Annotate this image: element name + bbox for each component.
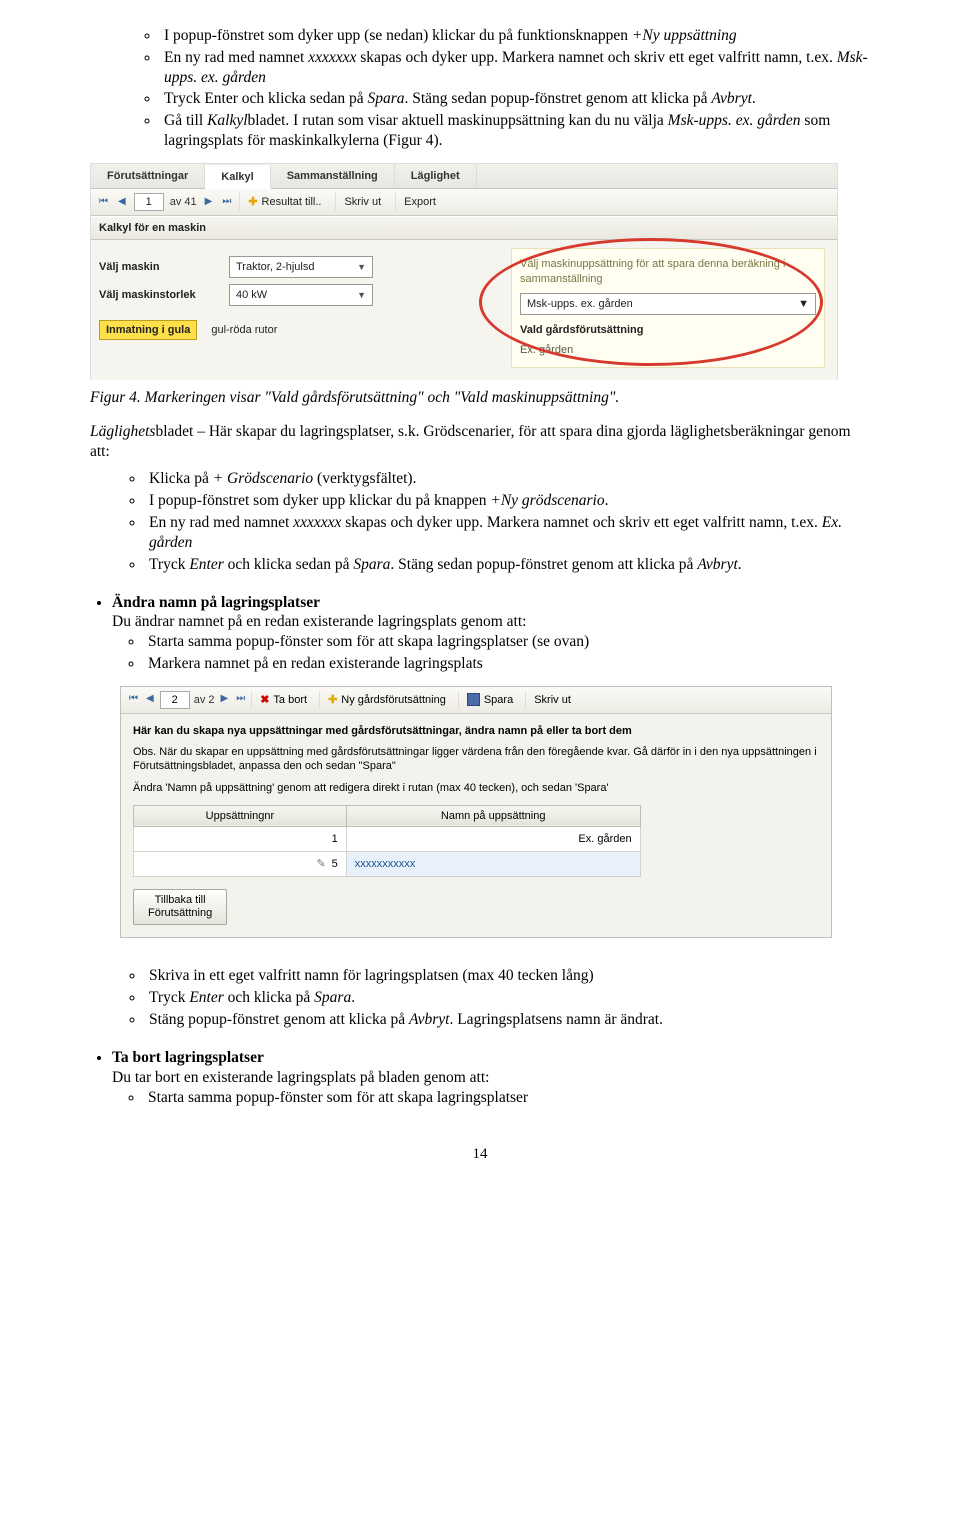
next-page-icon[interactable]: ▶ (219, 693, 231, 706)
new-config-button[interactable]: ✚Ny gårdsförutsättning (319, 691, 454, 709)
andra-list-item: Markera namnet på en redan existerande l… (144, 654, 870, 674)
page-number: 14 (90, 1145, 870, 1164)
figure-4-caption: Figur 4. Markeringen visar "Vald gårdsfö… (90, 388, 870, 408)
th-namn: Namn på uppsättning (346, 805, 640, 826)
fig4-tabs: Förutsättningar Kalkyl Sammanställning L… (91, 164, 837, 189)
tabort-list-item: Starta samma popup-fönster som för att s… (144, 1088, 870, 1108)
list-item: Tryck Enter och klicka på Spara. (145, 988, 870, 1008)
input-highlight-badge: Inmatning i gula (99, 320, 197, 340)
list-item: En ny rad med namnet xxxxxxx skapas och … (145, 513, 870, 553)
chevron-down-icon: ▼ (357, 257, 366, 277)
page-total-label: av 41 (170, 195, 197, 209)
shot2-heading: Här kan du skapa nya uppsättningar med g… (133, 724, 819, 739)
list-item: En ny rad med namnet xxxxxxx skapas och … (160, 48, 870, 88)
input-highlight-text: gul-röda rutor (207, 321, 281, 339)
page-number-input[interactable]: 2 (160, 691, 190, 709)
mask-uppsattning-select[interactable]: Msk-upps. ex. gården▼ (520, 293, 816, 315)
andra-heading: Ändra namn på lagringsplatser (112, 594, 320, 611)
shot2-obs: Obs. När du skapar en uppsättning med gå… (133, 745, 819, 773)
tab-sammanstallning[interactable]: Sammanställning (271, 164, 395, 188)
list-item: I popup-fönstret som dyker upp klickar d… (145, 491, 870, 511)
export-button[interactable]: Export (395, 193, 444, 211)
x-icon: ✖ (260, 693, 269, 707)
next-page-icon[interactable]: ▶ (203, 196, 215, 209)
shot2-rename-hint: Ändra 'Namn på uppsättning' genom att re… (133, 781, 819, 795)
andra-section: Ändra namn på lagringsplatser Du ändrar … (112, 593, 870, 674)
tabort-intro: Du tar bort en existerande lagringsplats… (112, 1068, 870, 1088)
laglighet-para: Läglighetsbladet – Här skapar du lagring… (90, 422, 870, 462)
tab-laglighet[interactable]: Läglighet (395, 164, 477, 188)
last-page-icon[interactable]: ⏭ (220, 196, 233, 209)
tabort-heading: Ta bort lagringsplatser (112, 1049, 264, 1066)
prev-page-icon[interactable]: ◀ (144, 693, 156, 706)
after-shot2-list: Skriva in ett eget valfritt namn för lag… (90, 966, 870, 1029)
config-table: Uppsättningnr Namn på uppsättning 1 Ex. … (133, 805, 641, 877)
chevron-down-icon: ▼ (357, 285, 366, 305)
rename-popup-screenshot: ⏮ ◀ 2 av 2 ▶ ⏭ ✖Ta bort ✚Ny gårdsförutsä… (120, 686, 832, 939)
list-item: Tryck Enter och klicka sedan på Spara. S… (160, 89, 870, 109)
first-page-icon[interactable]: ⏮ (127, 693, 140, 706)
list-item: I popup-fönstret som dyker upp (se nedan… (160, 26, 870, 46)
list-item: Skriva in ett eget valfritt namn för lag… (145, 966, 870, 986)
print-button[interactable]: Skriv ut (335, 193, 389, 211)
last-page-icon[interactable]: ⏭ (234, 693, 247, 706)
figure-4-screenshot: Förutsättningar Kalkyl Sammanställning L… (90, 163, 838, 380)
print-button[interactable]: Skriv ut (525, 691, 579, 709)
tab-kalkyl[interactable]: Kalkyl (205, 165, 270, 189)
tab-forutsattningar[interactable]: Förutsättningar (91, 164, 205, 188)
plus-icon: ✚ (328, 693, 337, 707)
group-title: Vald gårdsförutsättning (520, 323, 816, 337)
shot2-toolbar: ⏮ ◀ 2 av 2 ▶ ⏭ ✖Ta bort ✚Ny gårdsförutsä… (121, 687, 831, 714)
list-item: Klicka på + Grödscenario (verktygsfältet… (145, 469, 870, 489)
plus-icon: ✚ (248, 195, 257, 209)
row2-label: Välj maskinstorlek (99, 288, 219, 302)
table-row[interactable]: 5 xxxxxxxxxxx (134, 851, 641, 876)
save-icon (467, 693, 480, 706)
result-button[interactable]: ✚Resultat till.. (239, 193, 329, 211)
panel-hint: Välj maskinuppsättning för att spara den… (520, 257, 816, 287)
list-item: Stäng popup-fönstret genom att klicka på… (145, 1010, 870, 1030)
back-button[interactable]: Tillbaka till Förutsättning (133, 889, 227, 925)
th-uppsattningnr: Uppsättningnr (134, 805, 347, 826)
intro-list: I popup-fönstret som dyker upp (se nedan… (90, 26, 870, 151)
row1-label: Välj maskin (99, 260, 219, 274)
first-page-icon[interactable]: ⏮ (97, 196, 110, 209)
fig4-toolbar: ⏮ ◀ 1 av 41 ▶ ⏭ ✚Resultat till.. Skriv u… (91, 189, 837, 216)
save-button[interactable]: Spara (458, 691, 521, 709)
chevron-down-icon: ▼ (798, 294, 809, 314)
laglighet-list: Klicka på + Grödscenario (verktygsfältet… (90, 469, 870, 574)
andra-intro: Du ändrar namnet på en redan existerande… (112, 612, 870, 632)
group-value: Ex. gården (520, 341, 816, 359)
tabort-section: Ta bort lagringsplatser Du tar bort en e… (112, 1048, 870, 1107)
list-item: Tryck Enter och klicka sedan på Spara. S… (145, 555, 870, 575)
page-number-input[interactable]: 1 (134, 193, 164, 211)
list-item: Gå till Kalkylbladet. I rutan som visar … (160, 111, 870, 151)
table-row[interactable]: 1 Ex. gården (134, 826, 641, 851)
delete-button[interactable]: ✖Ta bort (251, 691, 315, 709)
machine-dropdown[interactable]: Traktor, 2-hjulsd▼ (229, 256, 373, 278)
fig4-section-title: Kalkyl för en maskin (91, 216, 837, 240)
prev-page-icon[interactable]: ◀ (116, 196, 128, 209)
machine-size-dropdown[interactable]: 40 kW▼ (229, 284, 373, 306)
page-total-label: av 2 (194, 693, 215, 707)
andra-list-item: Starta samma popup-fönster som för att s… (144, 632, 870, 652)
